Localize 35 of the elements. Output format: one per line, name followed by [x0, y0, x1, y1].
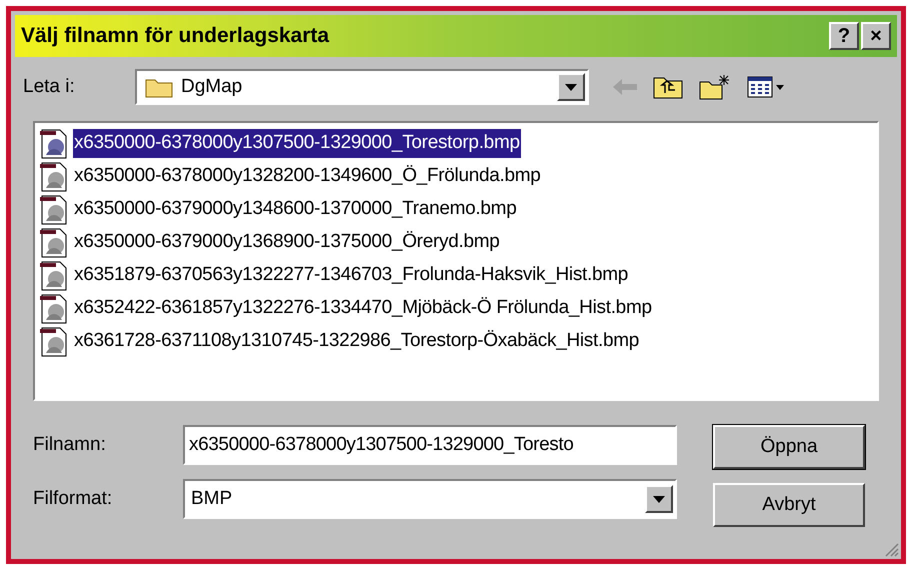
caret-icon — [565, 84, 577, 90]
file-item[interactable]: x6351879-6370563y1322277-1346703_Frolunda-Haksvik_Hist.bmp — [39, 259, 873, 292]
view-menu-icon[interactable] — [747, 76, 773, 98]
filename-label: Filnamn: — [33, 432, 107, 457]
window-title: Välj filnamn för underlagskarta — [21, 23, 330, 50]
cancel-button[interactable]: Avbryt — [713, 483, 865, 527]
file-item[interactable]: x6350000-6379000y1368900-1375000_Öreryd.bmp — [39, 226, 873, 259]
caret-icon[interactable] — [776, 84, 784, 90]
new-folder-icon[interactable] — [699, 74, 731, 100]
file-item[interactable]: x6350000-6378000y1307500-1329000_Torestorp.bmp — [39, 127, 873, 160]
caret-icon — [653, 496, 665, 502]
image-file-icon — [39, 260, 69, 290]
folder-dropdown[interactable]: DgMap — [135, 69, 589, 105]
image-file-icon — [39, 326, 69, 356]
file-item[interactable]: x6350000-6378000y1328200-1349600_Ö_Frölunda.bmp — [39, 160, 873, 193]
image-file-icon — [39, 162, 69, 192]
image-file-icon — [39, 294, 69, 324]
look-in-label: Leta i: — [23, 74, 76, 99]
open-button[interactable]: Öppna — [713, 425, 865, 469]
file-item[interactable]: x6350000-6379000y1348600-1370000_Tranemo.bmp — [39, 193, 873, 226]
dropdown-button[interactable] — [557, 73, 585, 101]
file-item[interactable]: x6352422-6361857y1322276-1334470_Mjöbäck-Ö Frölunda_Hist.bmp — [39, 292, 873, 325]
file-format-dropdown[interactable]: BMP — [183, 479, 677, 519]
up-folder-icon[interactable] — [653, 75, 683, 99]
help-button[interactable]: ? — [829, 22, 859, 50]
folder-name: DgMap — [181, 74, 244, 99]
image-file-icon — [39, 194, 69, 224]
resize-grip-icon — [883, 541, 899, 557]
image-file-icon — [39, 228, 69, 258]
filename-field[interactable]: x6350000-6378000y1307500-1329000_Toresto — [183, 425, 677, 465]
close-button[interactable]: × — [861, 22, 891, 50]
file-format-label: Filformat: — [33, 486, 114, 511]
dropdown-button[interactable] — [645, 485, 673, 513]
file-item[interactable]: x6361728-6371108y1310745-1322986_Torestorp-Öxabäck_Hist.bmp — [39, 325, 873, 358]
image-file-icon — [39, 128, 69, 158]
